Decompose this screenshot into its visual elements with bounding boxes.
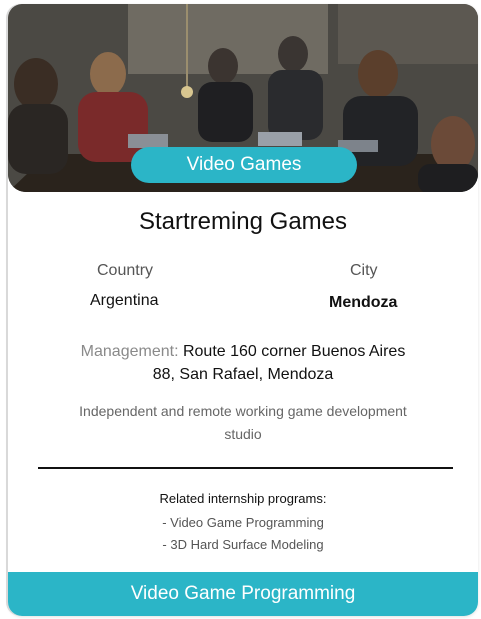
country-label: Country <box>97 262 154 279</box>
management-address: Management: Route 160 corner Buenos Aire… <box>68 340 418 386</box>
program-item: - Video Game Programming <box>162 515 324 530</box>
video-game-programming-button[interactable]: Video Game Programming <box>8 572 478 616</box>
category-badge: Video Games <box>131 147 357 183</box>
company-photo: Video Games <box>8 4 478 192</box>
divider <box>38 467 453 469</box>
country-value: Argentina <box>90 292 159 309</box>
programs-title: Related internship programs: <box>159 491 327 506</box>
city-label: City <box>350 262 378 279</box>
company-name: Startreming Games <box>138 208 348 235</box>
company-card: Video Games Startreming Games Country Ar… <box>8 4 478 616</box>
city-value: Mendoza <box>329 294 398 311</box>
programs-list: - Video Game Programming - 3D Hard Surfa… <box>8 512 478 556</box>
management-label: Management: <box>80 343 179 360</box>
program-item: - 3D Hard Surface Modeling <box>162 537 324 552</box>
management-value: Route 160 corner Buenos Aires 88, San Ra… <box>152 343 406 383</box>
company-description: Independent and remote working game deve… <box>79 403 407 442</box>
